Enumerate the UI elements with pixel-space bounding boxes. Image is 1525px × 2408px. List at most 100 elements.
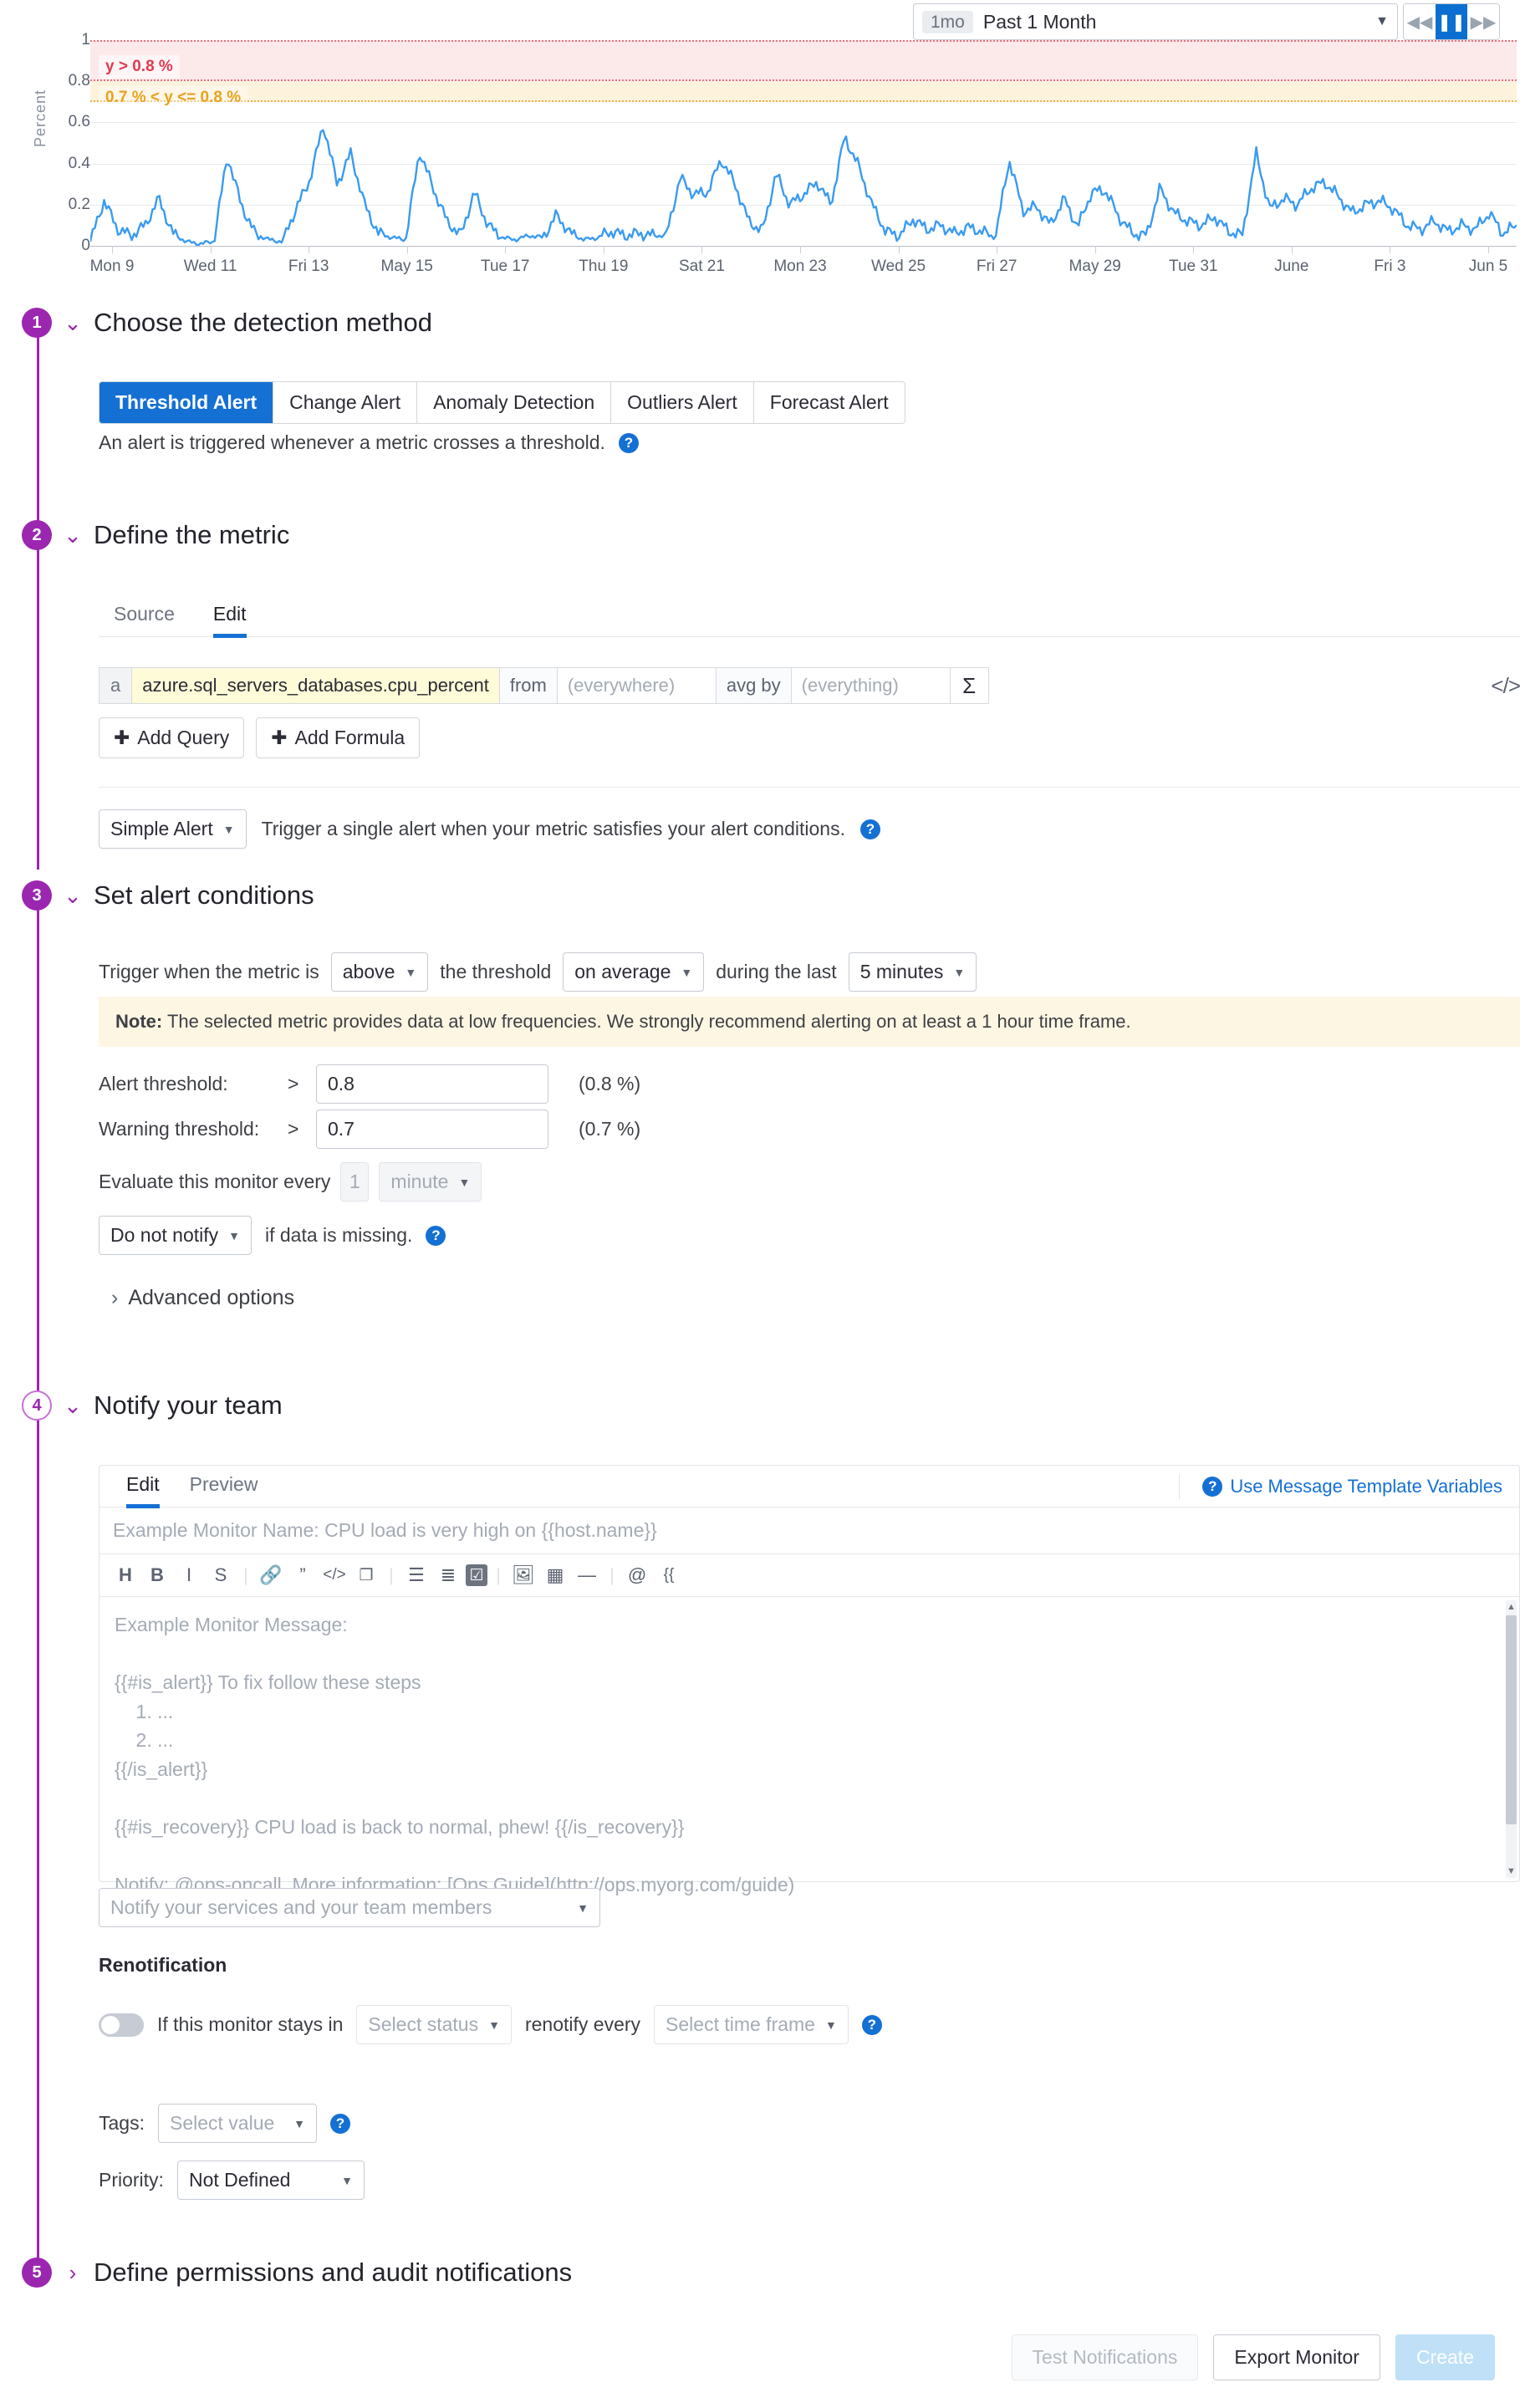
chevron-down-icon: ▼ xyxy=(293,2116,305,2130)
italic-icon[interactable]: I xyxy=(175,1562,203,1589)
detection-method-outliers-alert[interactable]: Outliers Alert xyxy=(610,382,753,423)
tab-source[interactable]: Source xyxy=(99,595,190,636)
step-5-header[interactable]: 5 › Define permissions and audit notific… xyxy=(22,2258,572,2288)
tags-select[interactable]: Select value ▼ xyxy=(157,2104,317,2143)
checklist-icon[interactable]: ☑ xyxy=(466,1564,487,1586)
alert-type-select[interactable]: Simple Alert ▼ xyxy=(99,809,247,849)
advanced-options-toggle[interactable]: › Advanced options xyxy=(111,1286,294,1310)
priority-select[interactable]: Not Defined ▼ xyxy=(176,2161,365,2200)
strikethrough-icon[interactable]: S xyxy=(207,1562,235,1589)
query-scope-input[interactable]: (everywhere) xyxy=(557,667,717,704)
help-icon[interactable]: ? xyxy=(618,432,639,453)
evaluate-value-input[interactable]: 1 xyxy=(340,1162,370,1201)
export-monitor-button[interactable]: Export Monitor xyxy=(1213,2334,1380,2380)
scroll-up-icon[interactable]: ▲ xyxy=(1506,1600,1517,1615)
create-button[interactable]: Create xyxy=(1395,2334,1495,2380)
detection-method-change-alert[interactable]: Change Alert xyxy=(273,382,416,423)
metric-preview-chart: 1mo Past 1 Month ▼ ◀◀ ❚❚ ▶▶ Percent 0 0.2… xyxy=(0,0,1525,301)
pause-icon[interactable]: ❚❚ xyxy=(1436,4,1467,39)
query-actions: ✚ Add Query ✚ Add Formula xyxy=(99,717,1520,758)
variable-icon[interactable]: {{ xyxy=(655,1562,683,1589)
help-icon[interactable]: ? xyxy=(859,819,880,839)
monitor-name-input[interactable]: Example Monitor Name: CPU load is very h… xyxy=(99,1508,1519,1554)
alert-threshold-input[interactable]: 0.8 xyxy=(316,1064,548,1104)
warning-threshold-label: Warning threshold: xyxy=(99,1118,260,1140)
detection-method-forecast-alert[interactable]: Forecast Alert xyxy=(752,382,905,423)
message-scrollbar-thumb[interactable] xyxy=(1506,1615,1517,1824)
detection-method-description: An alert is triggered whenever a metric … xyxy=(99,431,605,453)
step-3-badge: 3 xyxy=(22,880,52,911)
use-message-template-variables-link[interactable]: ? Use Message Template Variables xyxy=(1179,1473,1507,1499)
detection-method-threshold-alert[interactable]: Threshold Alert xyxy=(99,382,273,423)
test-notifications-button[interactable]: Test Notifications xyxy=(1011,2334,1199,2380)
quote-icon[interactable]: ” xyxy=(288,1562,317,1589)
step-forward-icon[interactable]: ▶▶ xyxy=(1467,4,1499,39)
x-axis-tick: Wed 25 xyxy=(870,258,926,275)
renotify-status-select[interactable]: Select status ▼ xyxy=(356,2005,512,2044)
chevron-down-icon[interactable]: ⌄ xyxy=(64,310,82,336)
warning-threshold-input[interactable]: 0.7 xyxy=(316,1110,548,1149)
trigger-aggregation-select[interactable]: on average ▼ xyxy=(563,952,705,992)
trigger-direction-select[interactable]: above ▼ xyxy=(330,952,429,992)
scroll-down-icon[interactable]: ▼ xyxy=(1506,1865,1517,1879)
warning-threshold-row: Warning threshold: > 0.7 (0.7 %) xyxy=(99,1110,640,1149)
time-range-select[interactable]: 1mo Past 1 Month ▼ xyxy=(913,3,1398,40)
renotification-toggle[interactable] xyxy=(99,2013,144,2037)
missing-data-select[interactable]: Do not notify ▼ xyxy=(99,1216,252,1255)
message-line xyxy=(115,1841,1504,1870)
separator: | xyxy=(609,1564,615,1585)
bold-icon[interactable]: B xyxy=(143,1562,171,1589)
priority-value: Not Defined xyxy=(188,2169,291,2191)
help-icon[interactable]: ? xyxy=(1202,1476,1223,1497)
notify-recipients-select[interactable]: Notify your services and your team membe… xyxy=(99,1888,600,1927)
code-icon[interactable]: </> xyxy=(1491,673,1521,699)
evaluate-unit-select[interactable]: minute ▼ xyxy=(379,1162,482,1201)
chevron-down-icon[interactable]: ⌄ xyxy=(64,883,82,909)
chevron-down-icon[interactable]: ⌄ xyxy=(64,1393,82,1419)
query-metric-input[interactable]: azure.sql_servers_databases.cpu_percent xyxy=(132,667,500,704)
y-axis-tick: 0.6 xyxy=(68,113,90,131)
add-query-button[interactable]: ✚ Add Query xyxy=(99,717,245,758)
help-icon[interactable]: ? xyxy=(426,1225,446,1246)
step-1-header[interactable]: 1 ⌄ Choose the detection method xyxy=(22,308,432,338)
renotify-timeframe-select[interactable]: Select time frame ▼ xyxy=(654,2005,849,2044)
x-axis-tick-mark xyxy=(898,246,900,253)
trigger-timeframe-select[interactable]: 5 minutes ▼ xyxy=(848,952,977,992)
link-icon[interactable]: 🔗 xyxy=(257,1562,285,1589)
tab-edit[interactable]: Edit xyxy=(111,1466,175,1508)
step-3-header[interactable]: 3 ⌄ Set alert conditions xyxy=(22,880,314,911)
bulleted-list-icon[interactable]: ☰ xyxy=(402,1562,431,1589)
chevron-right-icon: › xyxy=(111,1286,119,1309)
horizontal-rule-icon[interactable]: — xyxy=(573,1562,601,1589)
query-groupby-input[interactable]: (everything) xyxy=(791,667,951,704)
monitor-message-textarea[interactable]: Example Monitor Message: {{#is_alert}} T… xyxy=(99,1597,1519,1895)
chevron-down-icon[interactable]: ⌄ xyxy=(64,523,82,548)
x-axis-tick: Tue 17 xyxy=(481,258,530,275)
step-back-icon[interactable]: ◀◀ xyxy=(1404,4,1436,39)
heading-icon[interactable]: H xyxy=(111,1562,140,1589)
step-2-badge: 2 xyxy=(22,520,52,550)
step-4-header[interactable]: 4 ⌄ Notify your team xyxy=(22,1390,283,1421)
detection-method-anomaly-detection[interactable]: Anomaly Detection xyxy=(416,382,610,423)
chevron-down-icon: ▼ xyxy=(681,965,693,979)
code-block-icon[interactable]: ❐ xyxy=(352,1562,380,1589)
trigger-timeframe-value: 5 minutes xyxy=(859,961,944,982)
alert-type-description: Trigger a single alert when your metric … xyxy=(261,818,845,839)
help-icon[interactable]: ? xyxy=(861,2014,882,2035)
warning-threshold-operator: > xyxy=(288,1118,299,1140)
tab-edit[interactable]: Edit xyxy=(198,595,262,638)
numbered-list-icon[interactable]: ≣ xyxy=(434,1562,462,1589)
renotify-status-placeholder: Select status xyxy=(368,2013,479,2035)
code-icon[interactable]: </> xyxy=(320,1562,349,1589)
step-2-header[interactable]: 2 ⌄ Define the metric xyxy=(22,520,289,550)
add-formula-button[interactable]: ✚ Add Formula xyxy=(256,717,421,758)
mention-icon[interactable]: @ xyxy=(623,1562,651,1589)
tab-preview[interactable]: Preview xyxy=(175,1466,273,1507)
metric-editor: Source Edit a azure.sql_servers_database… xyxy=(99,595,1521,849)
sigma-icon[interactable]: Σ xyxy=(950,667,989,704)
trigger-aggregation-value: on average xyxy=(574,961,671,982)
table-icon[interactable]: ▦ xyxy=(541,1562,569,1589)
image-icon[interactable]: 🖼 xyxy=(509,1562,538,1589)
help-icon[interactable]: ? xyxy=(329,2113,350,2134)
chevron-right-icon[interactable]: › xyxy=(64,2260,82,2286)
